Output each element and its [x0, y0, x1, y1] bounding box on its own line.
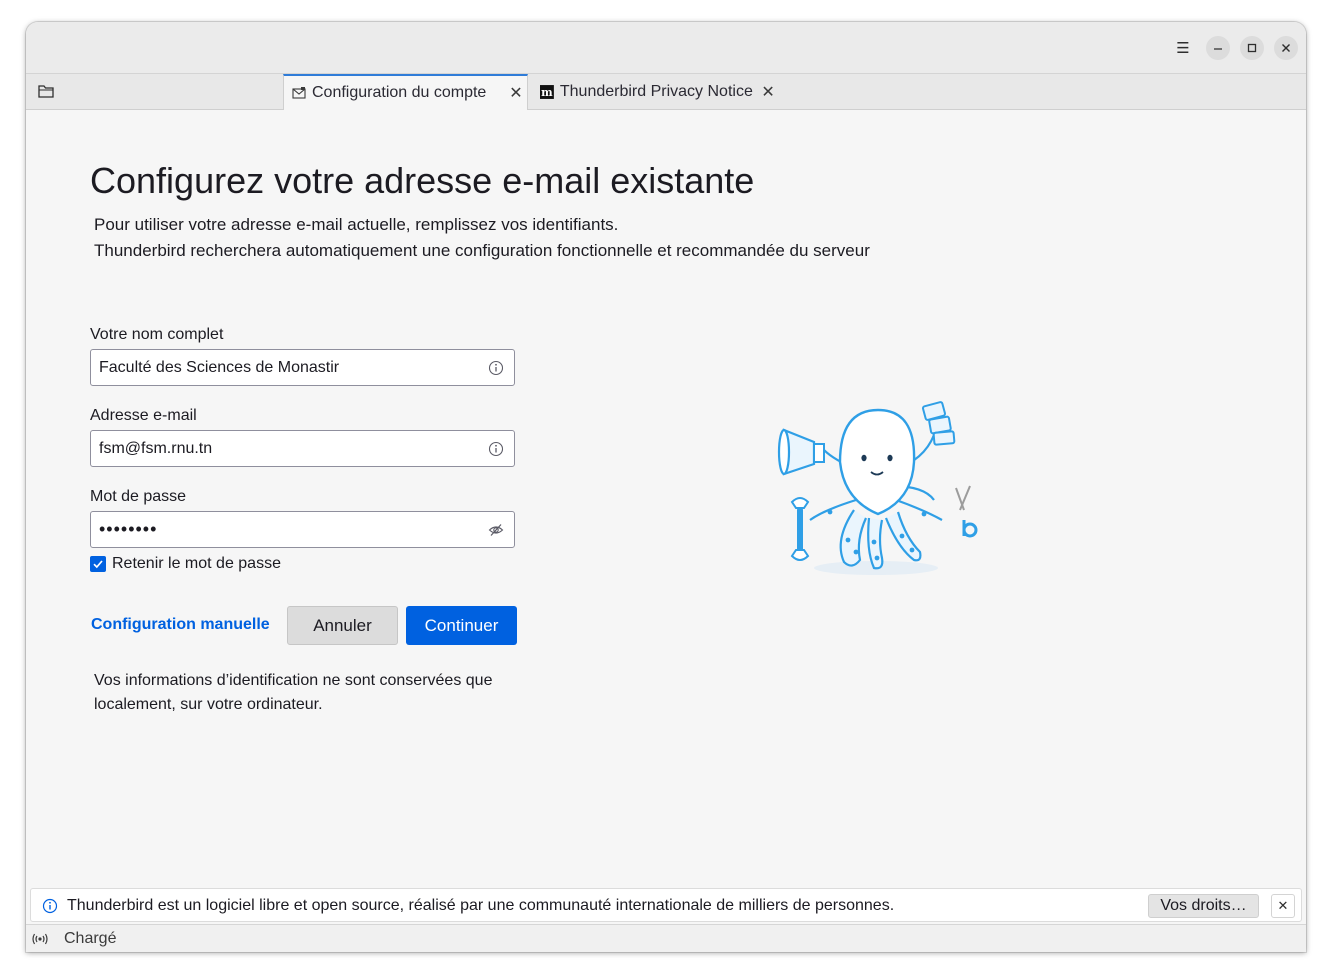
account-setup-page: Configurez votre adresse e-mail existant… — [26, 110, 1306, 888]
close-icon — [1282, 44, 1290, 52]
continue-button[interactable]: Continuer — [406, 606, 517, 645]
remember-password-checkbox[interactable] — [90, 556, 106, 572]
info-icon — [42, 898, 58, 914]
full-name-label: Votre nom complet — [90, 326, 224, 343]
hamburger-menu-icon[interactable]: ☰ — [1171, 36, 1195, 60]
email-label: Adresse e-mail — [90, 407, 197, 424]
info-icon[interactable] — [488, 360, 504, 376]
folder-icon[interactable] — [38, 84, 54, 98]
minimize-icon — [1214, 48, 1222, 50]
tab-close-icon[interactable]: ✕ — [760, 82, 776, 102]
credentials-note-line-1: Vos informations d’identification ne son… — [94, 672, 493, 689]
mozilla-m-icon: m — [540, 85, 554, 99]
close-window-button[interactable] — [1274, 36, 1298, 60]
thunderbird-window: ☰ Configuration du compte ✕ m Thunderbir… — [26, 22, 1306, 952]
remember-password-row[interactable]: Retenir le mot de passe — [90, 555, 281, 573]
page-title: Configurez votre adresse e-mail existant… — [90, 160, 755, 201]
subtitle-line-1: Pour utiliser votre adresse e-mail actue… — [94, 215, 619, 234]
notification-bar: Thunderbird est un logiciel libre et ope… — [30, 888, 1302, 922]
notification-text: Thunderbird est un logiciel libre et ope… — [67, 897, 895, 914]
email-input[interactable] — [99, 431, 479, 466]
password-label: Mot de passe — [90, 488, 187, 505]
octopus-illustration — [777, 401, 978, 575]
info-icon[interactable] — [488, 441, 504, 457]
status-bar: Chargé — [26, 924, 1306, 952]
tab-bar: Configuration du compte ✕ m Thunderbird … — [26, 74, 1306, 110]
maximize-icon — [1247, 43, 1257, 53]
title-bar: ☰ — [26, 22, 1306, 74]
your-rights-button[interactable]: Vos droits… — [1148, 894, 1259, 918]
tab-privacy-notice[interactable]: m Thunderbird Privacy Notice ✕ — [532, 74, 776, 110]
tab-account-setup[interactable]: Configuration du compte ✕ — [283, 74, 528, 110]
online-status-icon[interactable] — [32, 932, 48, 946]
eye-slash-icon[interactable] — [488, 522, 504, 538]
full-name-input[interactable] — [99, 350, 479, 385]
email-field[interactable] — [90, 430, 515, 467]
full-name-field[interactable] — [90, 349, 515, 386]
tab-label: Configuration du compte — [312, 84, 487, 101]
cancel-button[interactable]: Annuler — [287, 606, 398, 645]
subtitle-line-2: Thunderbird recherchera automatiquement … — [94, 241, 870, 260]
envelope-icon — [292, 87, 306, 99]
checkmark-icon — [93, 560, 103, 569]
tab-close-icon[interactable]: ✕ — [508, 83, 524, 103]
manual-config-link[interactable]: Configuration manuelle — [91, 616, 270, 634]
status-text: Chargé — [64, 930, 117, 947]
maximize-button[interactable] — [1240, 36, 1264, 60]
minimize-button[interactable] — [1206, 36, 1230, 60]
svg-text:m: m — [541, 86, 553, 99]
remember-password-label[interactable]: Retenir le mot de passe — [112, 555, 281, 573]
password-input[interactable] — [99, 512, 479, 547]
tab-label: Thunderbird Privacy Notice — [559, 83, 753, 100]
notification-close-icon[interactable]: ✕ — [1271, 894, 1295, 918]
credentials-note-line-2: localement, sur votre ordinateur. — [94, 696, 323, 713]
password-field[interactable] — [90, 511, 515, 548]
